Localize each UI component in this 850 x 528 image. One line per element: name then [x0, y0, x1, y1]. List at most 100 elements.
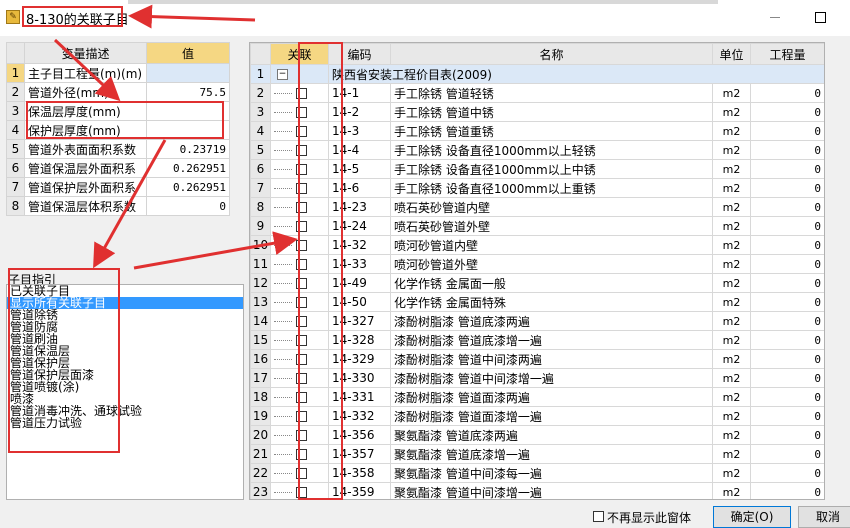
row-number: 2: [6, 82, 25, 102]
item-quantity[interactable]: 0: [750, 311, 824, 331]
tree-connector: [274, 301, 292, 304]
variable-value[interactable]: [146, 63, 230, 83]
ok-button[interactable]: 确定(O): [713, 506, 791, 528]
item-quantity[interactable]: 0: [750, 368, 824, 388]
tree-connector: [274, 472, 292, 475]
item-unit: m2: [712, 425, 751, 445]
item-unit: m2: [712, 463, 751, 483]
item-name: 聚氨酯漆 管道底漆两遍: [390, 425, 713, 445]
row-number: 4: [250, 121, 271, 141]
row-number: 19: [250, 406, 271, 426]
row-number: 11: [250, 254, 271, 274]
item-name: 聚氨酯漆 管道底漆增一遍: [390, 444, 713, 464]
item-unit: m2: [712, 273, 751, 293]
collapse-icon[interactable]: −: [277, 69, 288, 80]
item-quantity[interactable]: 0: [750, 463, 824, 483]
item-quantity[interactable]: 0: [750, 216, 824, 236]
item-quantity[interactable]: 0: [750, 83, 824, 103]
minimize-icon[interactable]: [770, 17, 780, 18]
tree-connector: [274, 339, 292, 342]
row-number: 5: [6, 139, 25, 159]
item-quantity[interactable]: 0: [750, 121, 824, 141]
item-quantity[interactable]: 0: [750, 406, 824, 426]
variable-value[interactable]: 0: [146, 196, 230, 216]
dont-show-checkbox[interactable]: [593, 511, 604, 522]
item-name: 聚氨酯漆 管道中间漆每一遍: [390, 463, 713, 483]
item-quantity[interactable]: 0: [750, 349, 824, 369]
row-number: 20: [250, 425, 271, 445]
variable-value[interactable]: 75.5: [146, 82, 230, 102]
variable-desc: 管道外径(mm): [24, 82, 147, 102]
item-quantity[interactable]: 0: [750, 254, 824, 274]
item-quantity[interactable]: 0: [750, 140, 824, 160]
grid-name-header[interactable]: 名称: [390, 43, 713, 65]
row-number: 16: [250, 349, 271, 369]
item-quantity[interactable]: 0: [750, 178, 824, 198]
variable-desc-header: 变量描述: [24, 42, 147, 64]
item-unit: m2: [712, 83, 751, 103]
tree-connector: [274, 491, 292, 494]
item-unit: m2: [712, 235, 751, 255]
row-number: 14: [250, 311, 271, 331]
annotation-box-relation: [298, 42, 343, 500]
item-quantity[interactable]: 0: [750, 273, 824, 293]
background-window-strip: [128, 0, 718, 4]
variable-value-header: 值: [146, 42, 230, 64]
grid-qty-header[interactable]: 工程量: [750, 43, 824, 65]
tree-connector: [274, 187, 292, 190]
item-unit: m2: [712, 406, 751, 426]
item-quantity[interactable]: 0: [750, 197, 824, 217]
variable-value[interactable]: 0.262951: [146, 177, 230, 197]
item-name: 漆酚树脂漆 管道底漆两遍: [390, 311, 713, 331]
row-number: 22: [250, 463, 271, 483]
tree-connector: [274, 396, 292, 399]
item-quantity[interactable]: 0: [750, 292, 824, 312]
variable-row[interactable]: 5 管道外表面面积系数 0.23719: [6, 139, 230, 159]
variables-corner: [6, 42, 25, 64]
item-unit: m2: [712, 159, 751, 179]
variable-row[interactable]: 8 管道保温层体积系数 0: [6, 196, 230, 216]
title-annotation-box: [22, 6, 123, 27]
row-number: 12: [250, 273, 271, 293]
item-quantity[interactable]: 0: [750, 387, 824, 407]
tree-connector: [274, 282, 292, 285]
row-number: 6: [250, 159, 271, 179]
item-name: 化学作锈 金属面一般: [390, 273, 713, 293]
tree-connector: [274, 206, 292, 209]
tree-connector: [274, 149, 292, 152]
item-name: 手工除锈 管道轻锈: [390, 83, 713, 103]
row-number: 6: [6, 158, 25, 178]
variable-row[interactable]: 2 管道外径(mm) 75.5: [6, 82, 230, 102]
variable-row[interactable]: 1 主子目工程量(m)(m): [6, 63, 230, 83]
item-name: 喷河砂管道外壁: [390, 254, 713, 274]
item-quantity[interactable]: 0: [750, 235, 824, 255]
vertical-scrollbar[interactable]: [826, 42, 844, 500]
item-quantity[interactable]: 0: [750, 482, 824, 499]
row-number: 5: [250, 140, 271, 160]
item-unit: m2: [712, 140, 751, 160]
variable-value[interactable]: 0.23719: [146, 139, 230, 159]
row-number: 23: [250, 482, 271, 499]
row-number: 17: [250, 368, 271, 388]
item-name: 聚氨酯漆 管道中间漆增一遍: [390, 482, 713, 499]
item-unit: m2: [712, 311, 751, 331]
variable-row[interactable]: 7 管道保护层外面积系 0.262951: [6, 177, 230, 197]
item-unit: m2: [712, 216, 751, 236]
item-quantity[interactable]: 0: [750, 444, 824, 464]
app-icon: ✎: [6, 10, 20, 24]
tree-connector: [274, 92, 292, 95]
item-name: 喷河砂管道内壁: [390, 235, 713, 255]
item-quantity[interactable]: 0: [750, 425, 824, 445]
tree-connector: [274, 168, 292, 171]
item-quantity[interactable]: 0: [750, 159, 824, 179]
variable-value[interactable]: 0.262951: [146, 158, 230, 178]
grid-unit-header[interactable]: 单位: [712, 43, 751, 65]
item-quantity[interactable]: 0: [750, 102, 824, 122]
item-unit: m2: [712, 121, 751, 141]
cancel-button[interactable]: 取消: [798, 506, 850, 528]
variable-row[interactable]: 6 管道保温层外面积系 0.262951: [6, 158, 230, 178]
maximize-icon[interactable]: [815, 12, 826, 23]
item-unit: m2: [712, 197, 751, 217]
item-quantity[interactable]: 0: [750, 330, 824, 350]
row-number: 21: [250, 444, 271, 464]
